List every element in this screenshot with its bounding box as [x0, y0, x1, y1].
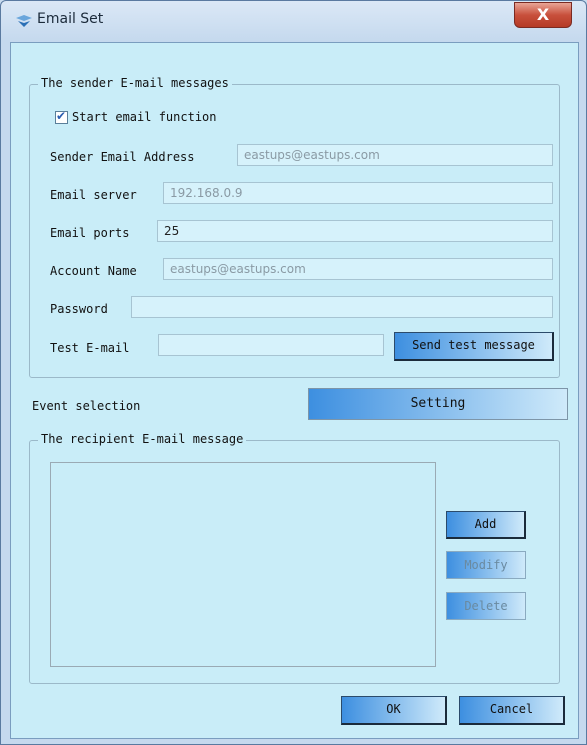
- test-email-field[interactable]: [158, 334, 384, 356]
- sender-address-label: Sender Email Address: [50, 150, 195, 164]
- check-icon: ✔: [56, 109, 67, 123]
- send-test-message-button[interactable]: Send test message: [394, 332, 554, 361]
- window-title: Email Set: [37, 11, 104, 27]
- email-port-label: Email ports: [50, 226, 130, 240]
- recipient-group-legend: The recipient E-mail message: [38, 432, 247, 446]
- start-email-label[interactable]: Start email function: [72, 110, 217, 124]
- email-server-field[interactable]: 192.168.0.9: [163, 182, 553, 204]
- add-button[interactable]: Add: [446, 511, 526, 539]
- title-bar[interactable]: Email Set X: [1, 1, 586, 41]
- dialog-body: The sender E-mail messages ✔ Start email…: [10, 42, 579, 739]
- close-button[interactable]: X: [514, 2, 572, 28]
- cancel-button[interactable]: Cancel: [459, 696, 565, 725]
- sender-address-field[interactable]: eastups@eastups.com: [237, 144, 553, 166]
- close-icon: X: [536, 5, 550, 24]
- app-icon: [16, 15, 32, 27]
- sender-group-legend: The sender E-mail messages: [38, 76, 232, 90]
- password-label: Password: [50, 302, 108, 316]
- event-selection-label: Event selection: [32, 399, 141, 413]
- test-email-label: Test E-mail: [50, 341, 130, 355]
- email-server-label: Email server: [50, 188, 137, 202]
- setting-button[interactable]: Setting: [308, 388, 568, 420]
- start-email-checkbox[interactable]: ✔: [55, 109, 68, 124]
- recipient-list[interactable]: [50, 462, 436, 667]
- account-name-field[interactable]: eastups@eastups.com: [163, 258, 553, 280]
- account-name-label: Account Name: [50, 264, 137, 278]
- ok-button[interactable]: OK: [341, 696, 447, 725]
- email-port-field[interactable]: 25: [157, 220, 553, 242]
- delete-button: Delete: [446, 592, 526, 620]
- password-field[interactable]: [131, 296, 553, 318]
- email-set-window: Email Set X The sender E-mail messages ✔…: [0, 0, 587, 745]
- modify-button: Modify: [446, 551, 526, 579]
